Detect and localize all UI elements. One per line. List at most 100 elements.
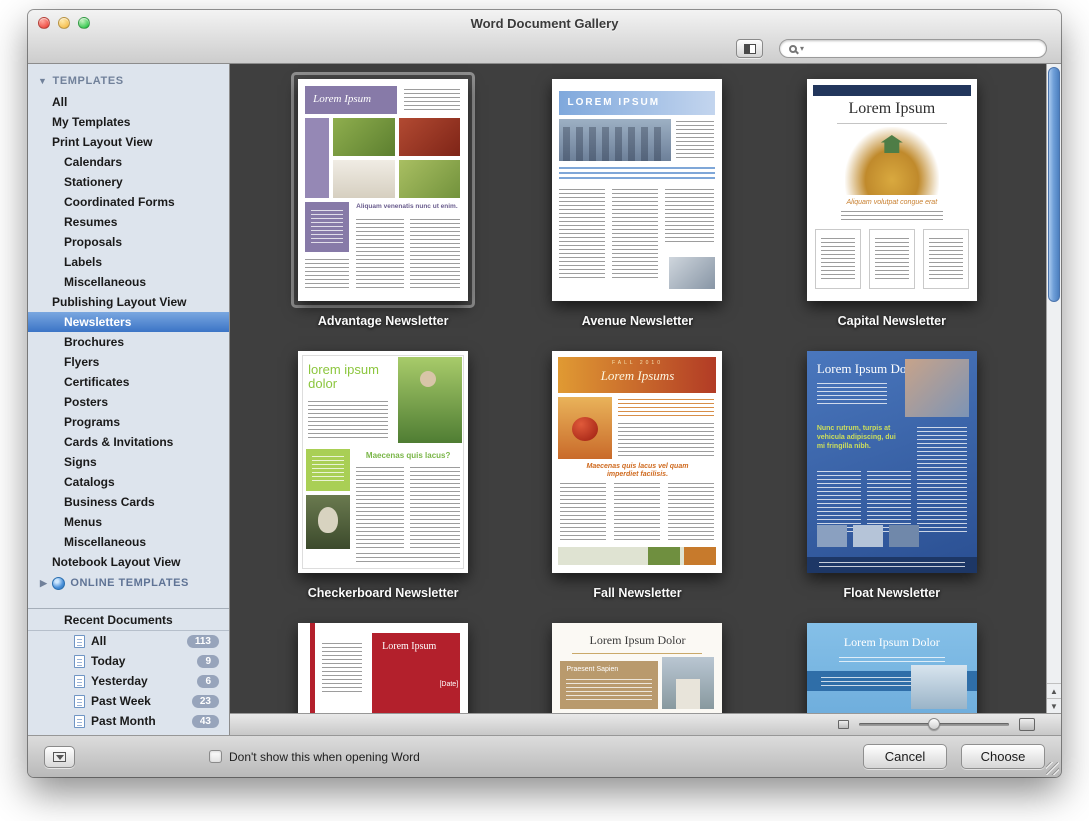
scrollbar-arrows: ▲ ▼ (1047, 683, 1061, 713)
sidebar-item-calendars[interactable]: Calendars (28, 152, 229, 172)
sidebar-item-miscellaneous-publishing[interactable]: Miscellaneous (28, 532, 229, 552)
search-input[interactable] (807, 42, 1037, 56)
divider (837, 123, 947, 124)
zoom-slider-thumb[interactable] (928, 718, 940, 730)
template-cell-fall[interactable]: FALL 2010 Lorem Ipsums Maecenas quis lac… (545, 344, 729, 602)
disclosure-triangle-closed-icon[interactable]: ▶ (40, 572, 47, 594)
text-lines (322, 643, 362, 693)
template-cell-row3-1[interactable]: Lorem Ipsum [Date] (291, 616, 475, 713)
cancel-button[interactable]: Cancel (863, 744, 947, 769)
templates-section-header[interactable]: ▼ TEMPLATES (28, 71, 229, 92)
sidebar-item-coordinated-forms[interactable]: Coordinated Forms (28, 192, 229, 212)
sidebar-item-notebook-layout-view[interactable]: Notebook Layout View (28, 552, 229, 572)
minimize-button[interactable] (58, 17, 70, 29)
sidebar-item-online-templates[interactable]: ▶ ONLINE TEMPLATES (28, 572, 229, 594)
accent-text-lines (559, 167, 715, 181)
sidebar-item-menus[interactable]: Menus (28, 512, 229, 532)
template-cell-avenue[interactable]: LOREM IPSUM Avenue Newsletter (545, 72, 729, 330)
count-badge: 23 (192, 695, 219, 708)
dont-show-option[interactable]: Don't show this when opening Word (209, 750, 420, 764)
count-badge: 9 (197, 655, 219, 668)
thumb-title: LOREM IPSUM (567, 97, 660, 108)
template-thumbnail[interactable]: Lorem Ipsum [Date] (298, 623, 468, 713)
sidebar-item-programs[interactable]: Programs (28, 412, 229, 432)
photo-block (648, 547, 680, 565)
template-cell-advantage[interactable]: Lorem Ipsum Aliquam venenatis nunc ut en… (291, 72, 475, 330)
template-thumbnail[interactable]: Lorem Ipsum Aliquam venenatis nunc ut en… (298, 79, 468, 301)
scroll-down-button[interactable]: ▼ (1047, 698, 1061, 713)
search-menu-chevron-icon[interactable]: ▾ (800, 45, 804, 53)
recent-item-past-week[interactable]: Past Week 23 (28, 691, 229, 711)
recent-documents-section: Recent Documents All 113 Today 9 Yesterd… (28, 608, 229, 735)
text-lines (312, 456, 344, 484)
template-cell-checkerboard[interactable]: lorem ipsum dolor Maecenas quis lacus? C… (291, 344, 475, 602)
sidebar-item-flyers[interactable]: Flyers (28, 352, 229, 372)
titlebar[interactable]: Word Document Gallery (28, 10, 1061, 36)
zoom-out-thumbnail-icon[interactable] (838, 720, 849, 729)
photo-block (558, 397, 612, 459)
sidebar-toggle-button[interactable] (736, 39, 763, 58)
template-thumbnail[interactable]: lorem ipsum dolor Maecenas quis lacus? (298, 351, 468, 573)
template-cell-float[interactable]: Lorem Ipsum Dolor Nunc rutrum, turpis at… (800, 344, 984, 602)
recent-item-all[interactable]: All 113 (28, 631, 229, 651)
template-thumbnail[interactable]: Lorem Ipsum Dolor (807, 623, 977, 713)
sidebar-item-catalogs[interactable]: Catalogs (28, 472, 229, 492)
scrollbar-thumb[interactable] (1048, 67, 1060, 302)
sidebar-item-newsletters[interactable]: Newsletters (28, 312, 229, 332)
sidebar-item-labels[interactable]: Labels (28, 252, 229, 272)
text-lines (817, 383, 887, 407)
zoom-slider[interactable] (859, 723, 1009, 726)
photo-block (889, 525, 919, 547)
text-lines (614, 483, 660, 543)
window-body: ▼ TEMPLATES All My Templates Print Layou… (28, 64, 1061, 735)
template-cell-capital[interactable]: Lorem Ipsum Aliquam volutpat congue erat… (800, 72, 984, 330)
text-lines (618, 423, 714, 457)
sidebar-item-posters[interactable]: Posters (28, 392, 229, 412)
callout-box (305, 202, 349, 252)
toolbar-disclosure-button[interactable] (44, 746, 75, 768)
resize-grip[interactable] (1046, 762, 1059, 775)
template-cell-row3-3[interactable]: Lorem Ipsum Dolor (800, 616, 984, 713)
template-cell-row3-2[interactable]: Lorem Ipsum Dolor Praesent Sapien (545, 616, 729, 713)
sidebar-item-proposals[interactable]: Proposals (28, 232, 229, 252)
recent-item-yesterday[interactable]: Yesterday 6 (28, 671, 229, 691)
search-field[interactable]: ▾ (779, 39, 1047, 58)
photo-block (398, 357, 462, 443)
count-badge: 43 (192, 715, 219, 728)
scroll-up-button[interactable]: ▲ (1047, 683, 1061, 698)
template-thumbnail[interactable]: Lorem Ipsum Dolor Nunc rutrum, turpis at… (807, 351, 977, 573)
traffic-lights (38, 17, 90, 29)
recent-item-today[interactable]: Today 9 (28, 651, 229, 671)
sidebar-item-all[interactable]: All (28, 92, 229, 112)
sidebar-item-resumes[interactable]: Resumes (28, 212, 229, 232)
disclosure-triangle-icon[interactable]: ▼ (38, 71, 48, 92)
photo-block (817, 525, 847, 547)
document-icon (74, 715, 85, 728)
thumb-eyebrow: FALL 2010 (552, 360, 722, 366)
template-thumbnail[interactable]: FALL 2010 Lorem Ipsums Maecenas quis lac… (552, 351, 722, 573)
template-thumbnail[interactable]: Lorem Ipsum Aliquam volutpat congue erat (807, 79, 977, 301)
thumb-subtitle: Praesent Sapien (566, 666, 618, 673)
masthead: Lorem Ipsum (305, 86, 397, 114)
thumb-subtitle: Maecenas quis lacus vel quam imperdiet f… (572, 463, 702, 480)
dont-show-checkbox[interactable] (209, 750, 222, 763)
vertical-scrollbar[interactable]: ▲ ▼ (1046, 64, 1061, 713)
sidebar-item-stationery[interactable]: Stationery (28, 172, 229, 192)
zoom-button[interactable] (78, 17, 90, 29)
zoom-in-thumbnail-icon[interactable] (1019, 718, 1035, 731)
template-thumbnail[interactable]: LOREM IPSUM (552, 79, 722, 301)
sidebar-item-miscellaneous-print[interactable]: Miscellaneous (28, 272, 229, 292)
sidebar-item-brochures[interactable]: Brochures (28, 332, 229, 352)
recent-item-past-month[interactable]: Past Month 43 (28, 711, 229, 731)
sidebar-item-publishing-layout-view[interactable]: Publishing Layout View (28, 292, 229, 312)
template-thumbnail[interactable]: Lorem Ipsum Dolor Praesent Sapien (552, 623, 722, 713)
sidebar-item-business-cards[interactable]: Business Cards (28, 492, 229, 512)
sidebar-item-cards-invitations[interactable]: Cards & Invitations (28, 432, 229, 452)
sidebar-item-print-layout-view[interactable]: Print Layout View (28, 132, 229, 152)
sidebar-item-my-templates[interactable]: My Templates (28, 112, 229, 132)
sidebar-item-signs[interactable]: Signs (28, 452, 229, 472)
sidebar-item-certificates[interactable]: Certificates (28, 372, 229, 392)
choose-button[interactable]: Choose (961, 744, 1045, 769)
close-button[interactable] (38, 17, 50, 29)
text-lines (404, 89, 460, 111)
